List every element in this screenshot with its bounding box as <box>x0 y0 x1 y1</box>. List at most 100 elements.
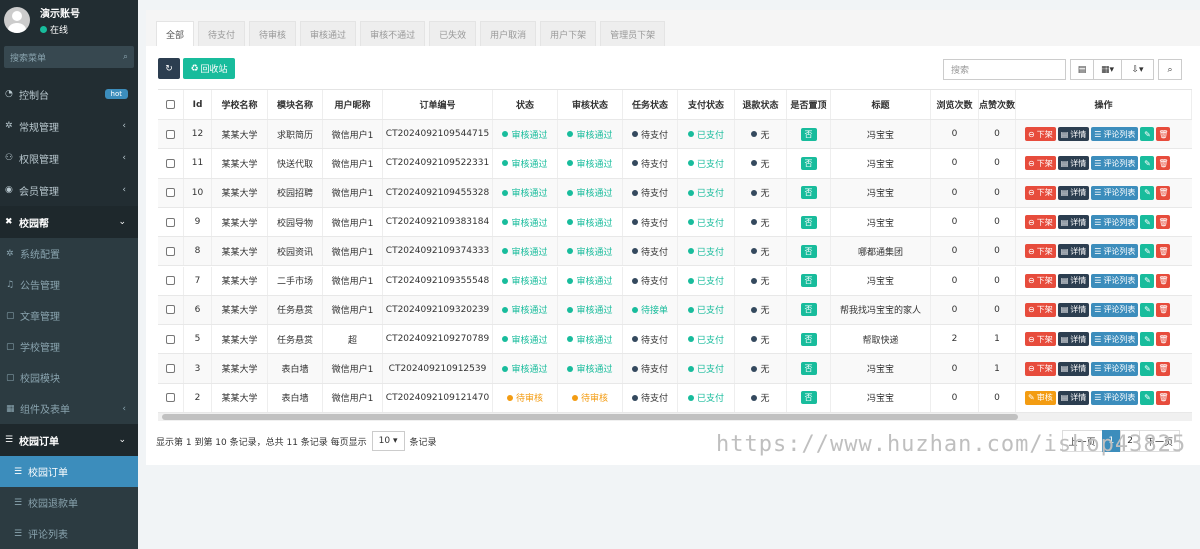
row-checkbox[interactable] <box>166 305 175 315</box>
comments-button[interactable]: ☰ 评论列表 <box>1091 156 1139 171</box>
comments-button[interactable]: ☰ 评论列表 <box>1091 244 1139 259</box>
row-checkbox[interactable] <box>166 364 175 374</box>
detail-button[interactable]: ▤ 详情 <box>1057 361 1090 376</box>
table-row[interactable]: 12 某某大学 求职简历 微信用户1 CT2024092109544715 审核通过 审核通… <box>158 120 1192 150</box>
sidebar-item-components[interactable]: ▦ 组件及表单 ‹ <box>0 393 138 424</box>
sidebar-item-campus-orders-group[interactable]: ☰ 校园订单 ⌄ <box>0 424 138 456</box>
column-header[interactable]: 任务状态 <box>623 90 678 119</box>
row-checkbox[interactable] <box>166 246 175 256</box>
detail-button[interactable]: ▤ 详情 <box>1057 156 1090 171</box>
detail-button[interactable]: ▤ 详情 <box>1057 215 1090 230</box>
edit-button[interactable]: ✎ <box>1140 244 1155 259</box>
offline-button[interactable]: ⊖ 下架 <box>1025 332 1056 347</box>
row-checkbox[interactable] <box>166 188 175 198</box>
detail-button[interactable]: ▤ 详情 <box>1057 302 1090 317</box>
sidebar-item-dashboard[interactable]: ◔ 控制台 hot <box>0 78 138 110</box>
edit-button[interactable]: ✎ <box>1140 390 1155 405</box>
offline-button[interactable]: ⊖ 下架 <box>1025 156 1056 171</box>
edit-button[interactable]: ✎ <box>1140 185 1155 200</box>
detail-button[interactable]: ▤ 详情 <box>1057 185 1090 200</box>
column-header[interactable]: 操作 <box>1016 90 1192 119</box>
detail-button[interactable]: ▤ 详情 <box>1057 273 1090 288</box>
sidebar-item-articles[interactable]: ▢ 文章管理 <box>0 300 138 331</box>
menu-search-input[interactable]: 搜索菜单 ⌕ <box>4 46 134 68</box>
scrollbar-thumb[interactable] <box>162 414 1018 420</box>
audit-button[interactable]: ✎ 审核 <box>1025 390 1056 405</box>
comments-button[interactable]: ☰ 评论列表 <box>1091 273 1139 288</box>
tab-0[interactable]: 全部 <box>156 21 195 46</box>
comments-button[interactable]: ☰ 评论列表 <box>1091 127 1139 142</box>
export-button[interactable]: ⇩▾ <box>1121 59 1154 80</box>
detail-button[interactable]: ▤ 详情 <box>1057 390 1090 405</box>
column-header[interactable]: 退款状态 <box>735 90 787 119</box>
column-header[interactable]: 标题 <box>831 90 931 119</box>
table-row[interactable]: 10 某某大学 校园招聘 微信用户1 CT2024092109455328 审核通过 审核通… <box>158 178 1192 208</box>
table-row[interactable]: 11 某某大学 快送代取 微信用户1 CT2024092109522331 审核通过 审核通… <box>158 149 1192 179</box>
edit-button[interactable]: ✎ <box>1140 302 1155 317</box>
select-all-checkbox[interactable] <box>166 100 175 109</box>
delete-button[interactable]: 🗑 <box>1156 185 1171 200</box>
table-row[interactable]: 3 某某大学 表白墙 微信用户1 CT202409210912539 审核通过 审核通过 待支… <box>158 354 1192 384</box>
delete-button[interactable]: 🗑 <box>1156 215 1171 230</box>
sidebar-item-campus[interactable]: ✖ 校园帮 ⌄ <box>0 206 138 238</box>
offline-button[interactable]: ⊖ 下架 <box>1025 127 1056 142</box>
detail-button[interactable]: ▤ 详情 <box>1057 332 1090 347</box>
per-page-select[interactable]: 10 ▾ <box>371 431 405 451</box>
edit-button[interactable]: ✎ <box>1140 156 1155 171</box>
delete-button[interactable]: 🗑 <box>1156 390 1171 405</box>
edit-button[interactable]: ✎ <box>1140 127 1155 142</box>
tab-8[interactable]: 管理员下架 <box>600 21 666 46</box>
sidebar-item-members[interactable]: ◉ 会员管理 ‹ <box>0 174 138 206</box>
column-header[interactable]: Id <box>184 90 212 119</box>
column-header[interactable]: 学校名称 <box>212 90 268 119</box>
delete-button[interactable]: 🗑 <box>1156 302 1171 317</box>
horizontal-scrollbar[interactable] <box>158 413 1192 421</box>
comments-button[interactable]: ☰ 评论列表 <box>1091 390 1139 405</box>
offline-button[interactable]: ⊖ 下架 <box>1025 302 1056 317</box>
table-row[interactable]: 5 某某大学 任务悬赏超 CT2024092109270789 审核通过 审核通过 待支付 已… <box>158 325 1192 355</box>
delete-button[interactable]: 🗑 <box>1156 156 1171 171</box>
search-icon[interactable]: ⌕ <box>123 52 128 62</box>
tab-7[interactable]: 用户下架 <box>540 21 597 46</box>
tab-1[interactable]: 待支付 <box>198 21 246 46</box>
row-checkbox[interactable] <box>166 129 175 139</box>
delete-button[interactable]: 🗑 <box>1156 127 1171 142</box>
comments-button[interactable]: ☰ 评论列表 <box>1091 361 1139 376</box>
table-search-input[interactable]: 搜索 <box>943 59 1066 80</box>
column-header[interactable]: 用户昵称 <box>323 90 383 119</box>
column-header[interactable]: 点赞次数 <box>979 90 1016 119</box>
toggle-view-button[interactable]: ▤ <box>1070 59 1094 80</box>
sidebar-item-notices[interactable]: ♫ 公告管理 <box>0 269 138 300</box>
sidebar-item-refunds[interactable]: ☰ 校园退款单 <box>0 487 138 518</box>
column-header[interactable]: 支付状态 <box>678 90 735 119</box>
comments-button[interactable]: ☰ 评论列表 <box>1091 215 1139 230</box>
offline-button[interactable]: ⊖ 下架 <box>1025 215 1056 230</box>
row-checkbox[interactable] <box>166 158 175 168</box>
tab-5[interactable]: 已失效 <box>429 21 477 46</box>
edit-button[interactable]: ✎ <box>1140 332 1155 347</box>
table-row[interactable]: 8 某某大学 校园资讯 微信用户1 CT2024092109374333 审核通过 审核通过… <box>158 237 1192 267</box>
column-header[interactable]: 审核状态 <box>558 90 623 119</box>
column-header[interactable]: 订单编号 <box>383 90 493 119</box>
refresh-button[interactable]: ↻ <box>158 58 180 79</box>
delete-button[interactable]: 🗑 <box>1156 332 1171 347</box>
sidebar-item-system-config[interactable]: ✲ 系统配置 <box>0 238 138 269</box>
tab-3[interactable]: 审核通过 <box>300 21 357 46</box>
column-header[interactable]: 状态 <box>493 90 558 119</box>
recycle-bin-button[interactable]: ♻ 回收站 <box>183 58 235 79</box>
detail-button[interactable]: ▤ 详情 <box>1057 244 1090 259</box>
edit-button[interactable]: ✎ <box>1140 273 1155 288</box>
table-row[interactable]: 2 某某大学 表白墙 微信用户1 CT2024092109121470 待审核 待审核 待支付… <box>158 383 1192 413</box>
search-toggle-button[interactable]: ⌕ <box>1158 59 1182 80</box>
column-header[interactable]: 浏览次数 <box>931 90 979 119</box>
edit-button[interactable]: ✎ <box>1140 215 1155 230</box>
table-row[interactable]: 7 某某大学 二手市场 微信用户1 CT2024092109355548 审核通过 审核通过… <box>158 266 1192 296</box>
comments-button[interactable]: ☰ 评论列表 <box>1091 185 1139 200</box>
sidebar-item-auth[interactable]: ⚇ 权限管理 ‹ <box>0 142 138 174</box>
offline-button[interactable]: ⊖ 下架 <box>1025 185 1056 200</box>
row-checkbox[interactable] <box>166 276 175 286</box>
sidebar-item-comments[interactable]: ☰ 评论列表 <box>0 518 138 549</box>
edit-button[interactable]: ✎ <box>1140 361 1155 376</box>
column-header[interactable]: 是否置顶 <box>787 90 831 119</box>
tab-6[interactable]: 用户取消 <box>480 21 537 46</box>
